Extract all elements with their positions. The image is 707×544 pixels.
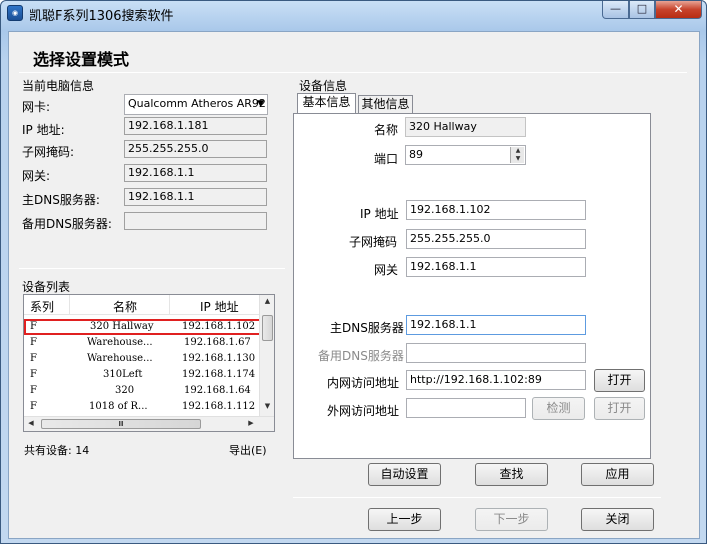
chevron-down-icon: ▼ — [257, 99, 264, 109]
pc-dns2-field — [124, 212, 267, 230]
page-title: 选择设置模式 — [33, 50, 130, 69]
ip-label: IP 地址 — [360, 207, 399, 221]
dns1-input[interactable]: 192.168.1.1 — [406, 315, 586, 335]
tab-other-info[interactable]: 其他信息 — [358, 95, 413, 114]
footer-divider — [293, 497, 661, 498]
maximize-button[interactable]: □ — [629, 1, 655, 19]
list-item[interactable]: F Warehouse... 192.168.1.67 — [24, 335, 259, 351]
pc-ip-field: 192.168.1.181 — [124, 117, 267, 135]
nic-value: Qualcomm Atheros AR92 — [128, 97, 266, 110]
col-header-series[interactable]: 系列 — [30, 298, 54, 315]
pc-info-divider — [19, 268, 285, 269]
nic-select[interactable]: Qualcomm Atheros AR92 ▼ — [124, 94, 268, 115]
pc-mask-label: 子网掩码: — [22, 145, 75, 159]
gateway-label: 网关 — [374, 263, 399, 277]
pc-dns1-field: 192.168.1.1 — [124, 188, 267, 206]
ip-input[interactable]: 192.168.1.102 — [406, 200, 586, 220]
mask-input[interactable]: 255.255.255.0 — [406, 229, 586, 249]
header-divider — [19, 72, 687, 73]
spin-up-icon[interactable]: ▲ — [511, 147, 525, 155]
next-button[interactable]: 下一步 — [475, 508, 548, 531]
lan-address-label: 内网访问地址 — [327, 376, 400, 390]
prev-button[interactable]: 上一步 — [368, 508, 441, 531]
open-wan-button[interactable]: 打开 — [594, 397, 645, 420]
scroll-down-icon[interactable]: ▼ — [260, 402, 275, 410]
col-divider — [169, 295, 170, 315]
list-item[interactable]: F 1018 of R... 192.168.1.112 — [24, 399, 259, 415]
pc-dns2-label: 备用DNS服务器: — [22, 217, 112, 231]
col-header-name[interactable]: 名称 — [113, 298, 137, 315]
pc-gateway-label: 网关: — [22, 169, 51, 183]
client-area: 选择设置模式 当前电脑信息 网卡: Qualcomm Atheros AR92 … — [8, 31, 700, 539]
port-stepper[interactable]: 89 ▲ ▼ — [405, 145, 526, 165]
pc-dns1-label: 主DNS服务器: — [22, 193, 100, 207]
app-icon: ◉ — [7, 5, 23, 21]
close-window-button[interactable]: ✕ — [655, 1, 702, 19]
device-list[interactable]: 系列 名称 IP 地址 F 320 Hallway 192.168.1.102 … — [23, 294, 275, 432]
scroll-thumb-vertical[interactable] — [262, 315, 273, 341]
close-button[interactable]: 关闭 — [581, 508, 654, 531]
auto-setup-button[interactable]: 自动设置 — [368, 463, 441, 486]
name-field: 320 Hallway — [405, 117, 526, 137]
list-header: 系列 名称 IP 地址 — [24, 295, 259, 315]
apply-button[interactable]: 应用 — [581, 463, 654, 486]
device-info-title: 设备信息 — [299, 79, 348, 93]
scroll-up-icon[interactable]: ▲ — [260, 297, 275, 305]
wan-address-input[interactable] — [406, 398, 526, 418]
col-divider — [69, 295, 70, 315]
pc-mask-field: 255.255.255.0 — [124, 140, 267, 158]
title-bar[interactable]: ◉ 凯聪F系列1306搜索软件 — □ ✕ — [1, 1, 706, 25]
pc-info-title: 当前电脑信息 — [22, 79, 95, 93]
dns2-label: 备用DNS服务器 — [318, 349, 404, 363]
scroll-left-icon[interactable]: ◀ — [26, 419, 36, 427]
port-spin-buttons[interactable]: ▲ ▼ — [510, 147, 524, 163]
tab-basic-info[interactable]: 基本信息 — [297, 93, 356, 114]
scroll-right-icon[interactable]: ▶ — [246, 419, 256, 427]
pc-gateway-field: 192.168.1.1 — [124, 164, 267, 182]
scroll-thumb-horizontal[interactable]: Ⅲ — [41, 419, 201, 429]
port-label: 端口 — [374, 152, 399, 166]
app-window: ◉ 凯聪F系列1306搜索软件 — □ ✕ 选择设置模式 当前电脑信息 网卡: … — [0, 0, 707, 544]
vertical-scrollbar[interactable]: ▲ ▼ — [259, 295, 274, 416]
col-header-ip[interactable]: IP 地址 — [200, 298, 239, 315]
gateway-input[interactable]: 192.168.1.1 — [406, 257, 586, 277]
spin-down-icon[interactable]: ▼ — [511, 155, 525, 163]
mask-label: 子网掩码 — [349, 235, 398, 249]
name-label: 名称 — [374, 123, 399, 137]
port-value: 89 — [409, 148, 423, 161]
list-item[interactable]: F 310Left 192.168.1.174 — [24, 367, 259, 383]
dns2-input[interactable] — [406, 343, 586, 363]
find-button[interactable]: 查找 — [475, 463, 548, 486]
device-count: 共有设备: 14 — [24, 444, 90, 457]
selected-row-highlight — [24, 319, 261, 335]
detect-button[interactable]: 检测 — [532, 397, 585, 420]
list-item[interactable]: F 320 192.168.1.64 — [24, 383, 259, 399]
device-list-title: 设备列表 — [22, 280, 71, 294]
pc-ip-label: IP 地址: — [22, 123, 65, 137]
nic-label: 网卡: — [22, 100, 51, 114]
open-lan-button[interactable]: 打开 — [594, 369, 645, 392]
list-item[interactable]: F Warehouse... 192.168.1.130 — [24, 351, 259, 367]
horizontal-scrollbar[interactable]: ◀ Ⅲ ▶ — [24, 416, 274, 431]
wan-address-label: 外网访问地址 — [327, 404, 400, 418]
window-title: 凯聪F系列1306搜索软件 — [29, 9, 174, 24]
export-link[interactable]: 导出(E) — [229, 442, 267, 458]
dns1-label: 主DNS服务器 — [330, 321, 404, 335]
lan-address-input[interactable]: http://192.168.1.102:89 — [406, 370, 586, 390]
minimize-button[interactable]: — — [602, 1, 629, 19]
